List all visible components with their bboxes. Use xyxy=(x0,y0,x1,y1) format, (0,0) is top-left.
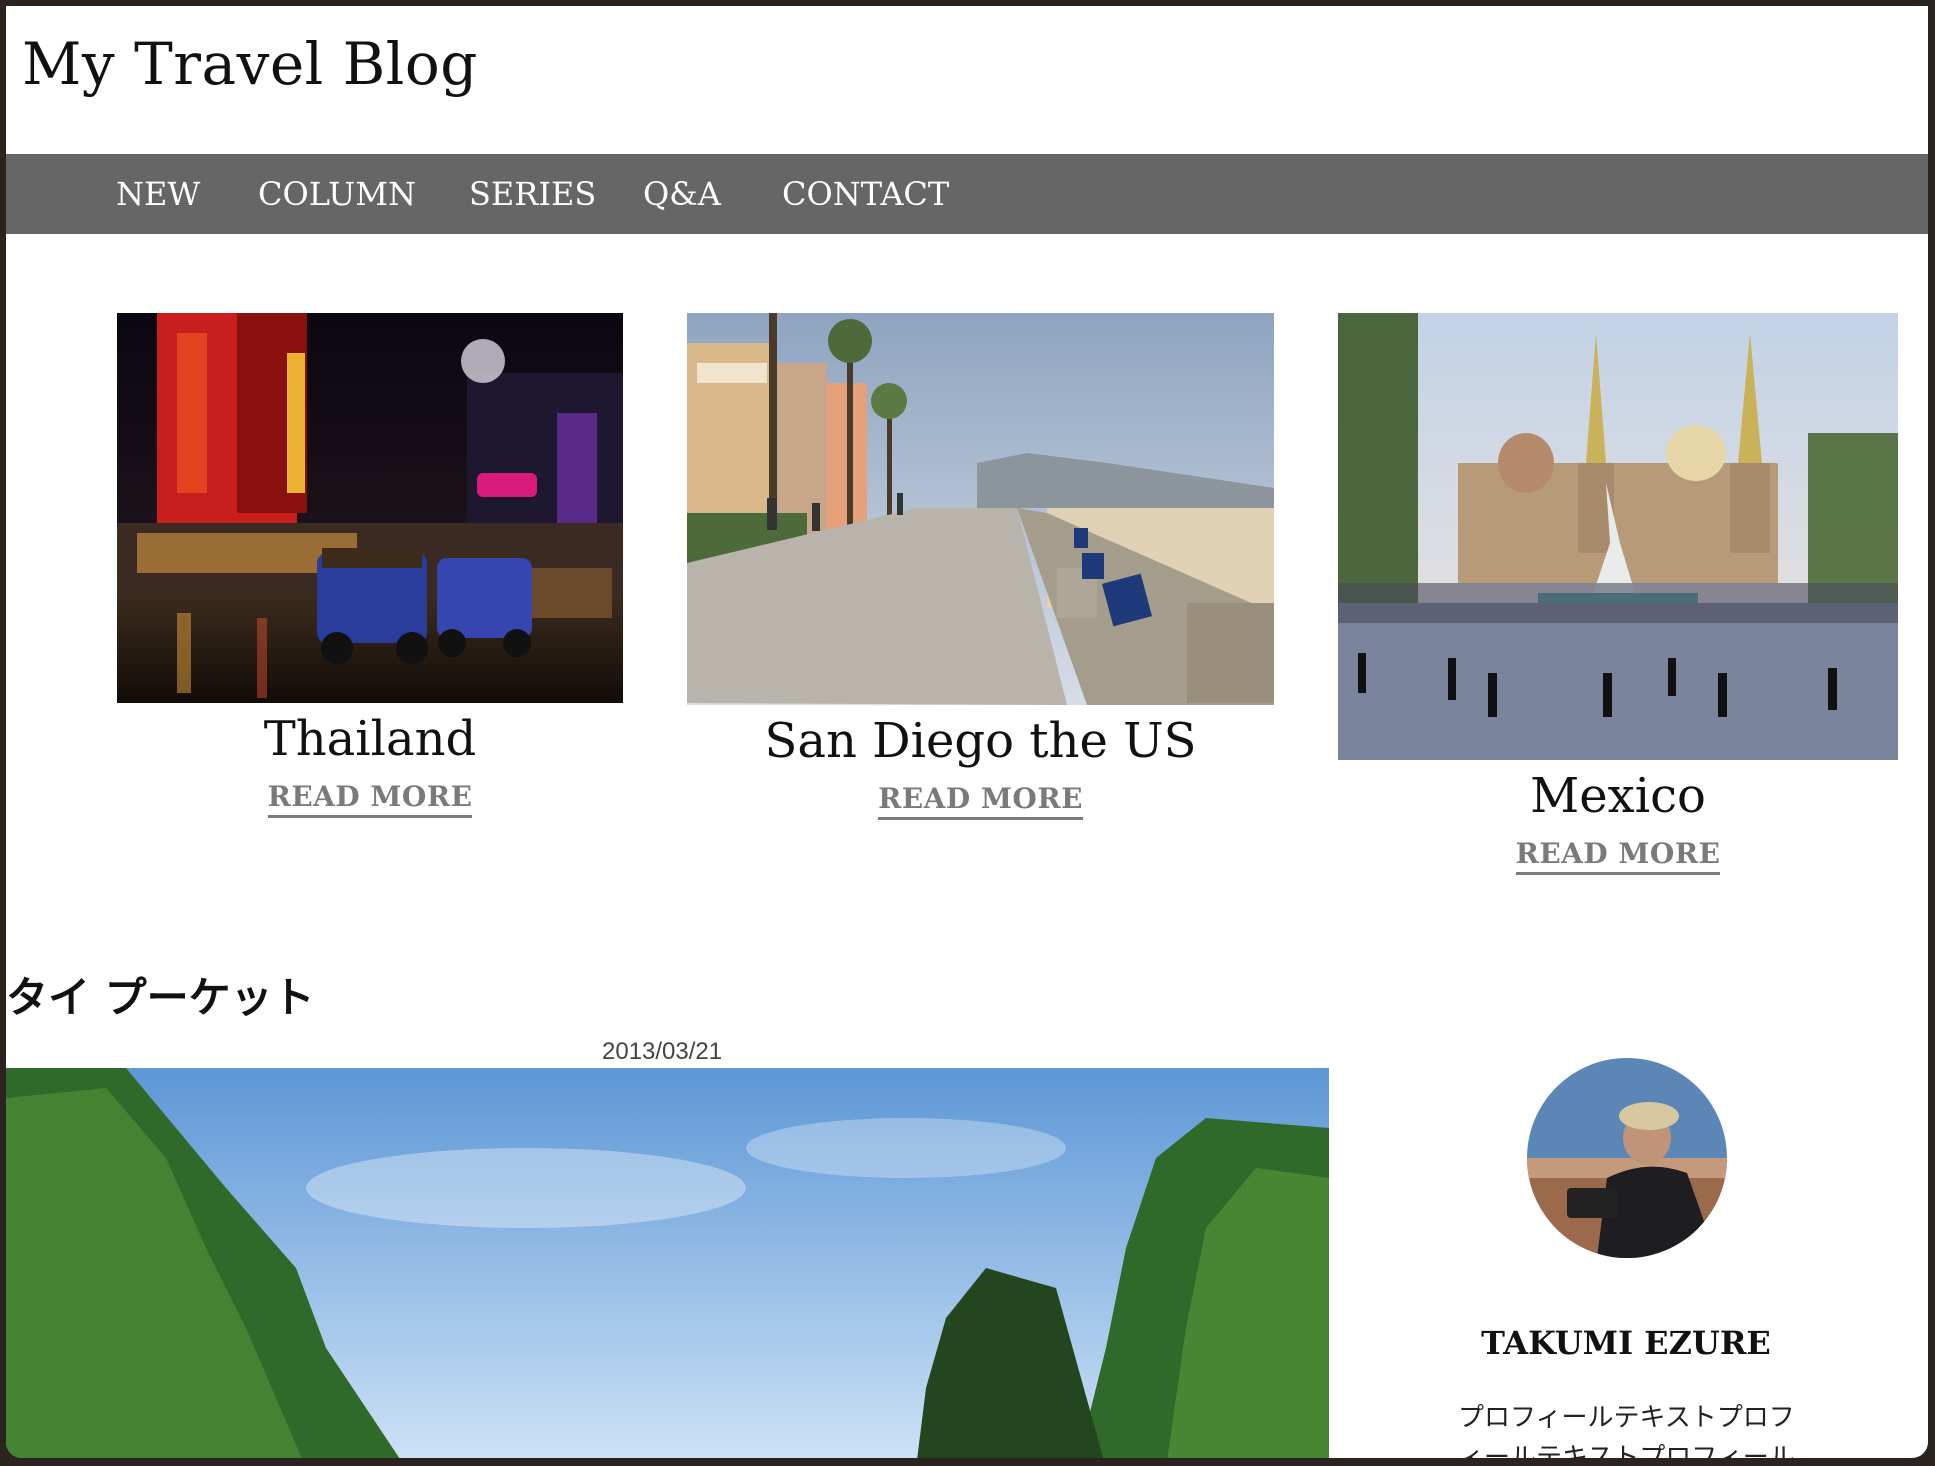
profile-text: プロフィールテキストプロフィールテキストプロフィール xyxy=(1458,1403,1795,1458)
read-more-link[interactable]: READ MORE xyxy=(878,782,1083,820)
post-date: 2013/03/21 xyxy=(602,1038,723,1065)
site-title[interactable]: My Travel Blog xyxy=(22,30,478,98)
post-title[interactable]: タイ プーケット xyxy=(6,964,315,1025)
card-title[interactable]: Thailand xyxy=(117,713,623,766)
article-card-san-diego: San Diego the US READ MORE xyxy=(687,313,1274,820)
author-avatar[interactable] xyxy=(1527,1058,1727,1258)
nav-item-contact[interactable]: CONTACT xyxy=(782,154,949,234)
san-diego-photo[interactable] xyxy=(687,313,1274,705)
author-name: TAKUMI EZURE xyxy=(1481,1324,1771,1362)
nav-item-series[interactable]: SERIES xyxy=(469,154,596,234)
read-more-link[interactable]: READ MORE xyxy=(267,780,473,818)
mexico-photo[interactable] xyxy=(1338,313,1898,760)
article-card-mexico: Mexico READ MORE xyxy=(1338,313,1898,875)
read-more-link[interactable]: READ MORE xyxy=(1515,837,1721,875)
card-title[interactable]: Mexico xyxy=(1338,770,1898,823)
card-title[interactable]: San Diego the US xyxy=(687,715,1274,768)
nav-item-qa[interactable]: Q&A xyxy=(643,154,721,234)
main-nav: NEW COLUMN SERIES Q&A CONTACT xyxy=(6,154,1928,234)
browser-window: My Travel Blog NEW COLUMN SERIES Q&A CON… xyxy=(6,6,1928,1458)
thailand-photo[interactable] xyxy=(117,313,623,703)
phuket-photo xyxy=(6,1068,1329,1458)
article-card-thailand: Thailand READ MORE xyxy=(117,313,623,818)
nav-item-new[interactable]: NEW xyxy=(116,154,200,234)
nav-item-column[interactable]: COLUMN xyxy=(258,154,416,234)
